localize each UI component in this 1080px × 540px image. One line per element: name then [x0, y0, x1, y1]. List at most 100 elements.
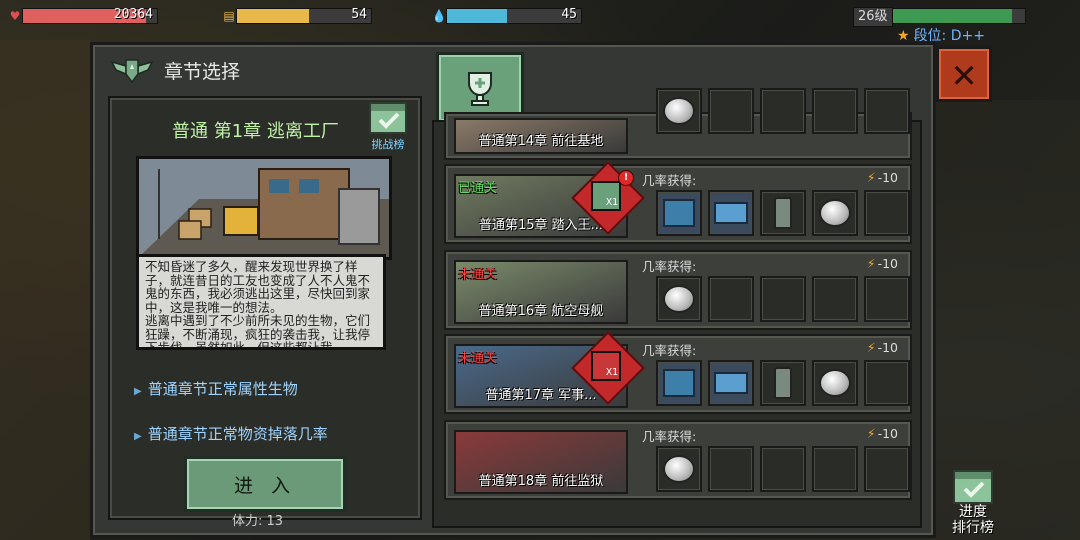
silver-coin-icon	[663, 97, 695, 125]
drop-chance-label: 几率获得:	[642, 173, 697, 188]
health-bar: 20364	[22, 7, 158, 24]
food-icon: ▤	[223, 9, 235, 23]
reward-slot[interactable]	[708, 360, 754, 406]
reward-slot[interactable]	[812, 360, 858, 406]
panel-header: 章节选择	[110, 52, 240, 88]
silver-coin-icon	[819, 199, 851, 227]
reward-slot[interactable]	[760, 446, 806, 492]
lightning-icon: ⚡	[866, 256, 876, 271]
energy-cost-value: -10	[877, 170, 898, 185]
energy-cost: ⚡ -10	[867, 170, 898, 185]
energy-cost-value: -10	[877, 256, 898, 271]
exp-hud	[892, 6, 1026, 26]
reward-slot[interactable]	[812, 276, 858, 322]
food-value: 54	[351, 7, 367, 22]
chapter-scene-image	[136, 156, 392, 260]
reward-slot[interactable]	[708, 190, 754, 236]
chapter-row[interactable]: 已通关 普通第15章 踏入王... 几率获得: ⚡ -10 X1!	[444, 161, 912, 244]
calendar-check-icon	[953, 470, 993, 504]
chapter-status: 未通关	[458, 267, 498, 282]
health-value: 20364	[113, 7, 153, 22]
challenge-board-button[interactable]: 挑战榜	[366, 102, 410, 151]
reward-slot[interactable]	[656, 276, 702, 322]
background-scenery-left	[0, 40, 90, 540]
reward-slot[interactable]	[708, 276, 754, 322]
lightning-icon: ⚡	[866, 426, 876, 441]
chapter-row[interactable]: 普通第14章 前往基地	[444, 88, 912, 160]
reward-slot[interactable]	[864, 360, 910, 406]
food-fill	[237, 9, 310, 23]
calendar-check-icon	[369, 102, 407, 134]
winged-emblem-icon	[110, 52, 154, 88]
reward-slot[interactable]	[656, 88, 702, 134]
drop-chance-label: 几率获得:	[642, 429, 697, 444]
info-link-creatures[interactable]: ▶ 普通章节正常属性生物	[134, 378, 298, 399]
reward-slot[interactable]	[656, 446, 702, 492]
reward-slot[interactable]	[760, 190, 806, 236]
exp-bar	[892, 8, 1026, 24]
chapter-description: 不知昏迷了多久，醒来发现世界换了样子，就连昔日的工友也变成了人不人鬼不鬼的东西，…	[136, 254, 386, 350]
chapter-name: 普通第18章 前往监狱	[478, 474, 604, 489]
reward-slot[interactable]	[656, 360, 702, 406]
chapter-status: 未通关	[458, 351, 498, 366]
reward-slot[interactable]	[656, 190, 702, 236]
chapter-thumbnail: 普通第18章 前往监狱	[454, 430, 628, 494]
chapter-name: 普通第16章 航空母舰	[478, 304, 604, 319]
reward-slots	[656, 446, 910, 492]
water-fill	[447, 9, 508, 23]
energy-cost-value: -10	[877, 426, 898, 441]
reward-slots	[656, 360, 910, 406]
drop-chance-label: 几率获得:	[642, 343, 697, 358]
close-button[interactable]: ✕	[936, 46, 992, 102]
lightning-icon: ⚡	[866, 170, 876, 185]
food-hud: ▤ 54	[222, 6, 372, 26]
blueprint-icon: X1	[591, 181, 621, 211]
reward-slot[interactable]	[760, 276, 806, 322]
panel-title: 章节选择	[164, 60, 241, 83]
chapter-row[interactable]: 普通第18章 前往监狱 几率获得: ⚡ -10	[444, 420, 912, 500]
reward-slot[interactable]	[864, 88, 910, 134]
silver-coin-icon	[819, 369, 851, 397]
info-link-drop-rate[interactable]: ▶ 普通章节正常物资掉落几率	[134, 423, 328, 444]
challenge-board-label: 挑战榜	[371, 138, 405, 151]
info-link-drop-rate-label: 普通章节正常物资掉落几率	[147, 425, 328, 443]
chapter-name: 普通第14章 前往基地	[478, 134, 604, 149]
energy-cost: ⚡ -10	[867, 340, 898, 355]
water-value: 45	[561, 7, 577, 22]
reward-slot[interactable]	[864, 190, 910, 236]
health-hud: ♥ 20364	[8, 6, 158, 26]
reward-slots	[656, 276, 910, 322]
water-drop-icon: 💧	[431, 9, 447, 23]
selected-chapter-title: 普通 第1章 逃离工厂	[172, 121, 339, 142]
enter-button[interactable]: 进 入	[184, 456, 346, 512]
reward-slot[interactable]	[760, 360, 806, 406]
reward-slot[interactable]	[864, 276, 910, 322]
supply-box-icon	[663, 369, 695, 397]
reward-slot[interactable]	[812, 446, 858, 492]
triangle-right-icon: ▶	[134, 386, 142, 397]
blueprint-icon: X1	[591, 351, 621, 381]
badge-count: X1	[605, 197, 618, 208]
progress-leaderboard-button[interactable]: 进度 排行榜	[946, 470, 1000, 536]
reward-slots	[656, 190, 910, 236]
reward-slot[interactable]	[760, 88, 806, 134]
reward-slot[interactable]	[708, 88, 754, 134]
energy-cost: ⚡ -10	[867, 256, 898, 271]
reward-slot[interactable]	[864, 446, 910, 492]
reward-slot[interactable]	[812, 88, 858, 134]
info-link-creatures-label: 普通章节正常属性生物	[147, 380, 298, 398]
bottle-icon	[774, 197, 792, 229]
player-level: 26级	[853, 7, 893, 27]
reward-slot[interactable]	[708, 446, 754, 492]
chapter-thumbnail: 未通关普通第16章 航空母舰	[454, 260, 628, 324]
chapter-thumbnail: 普通第14章 前往基地	[454, 118, 628, 154]
stamina-cost: 体力: 13	[232, 514, 284, 529]
reward-slot[interactable]	[812, 190, 858, 236]
water-bar: 45	[446, 7, 582, 24]
silver-coin-icon	[663, 285, 695, 313]
alert-icon: !	[618, 170, 634, 186]
chapter-row[interactable]: 未通关 普通第17章 军事... 几率获得: ⚡ -10 X1	[444, 331, 912, 414]
energy-cost-value: -10	[877, 340, 898, 355]
drop-chance-label: 几率获得:	[642, 259, 697, 274]
chapter-row[interactable]: 未通关 普通第16章 航空母舰 几率获得: ⚡ -10	[444, 250, 912, 330]
